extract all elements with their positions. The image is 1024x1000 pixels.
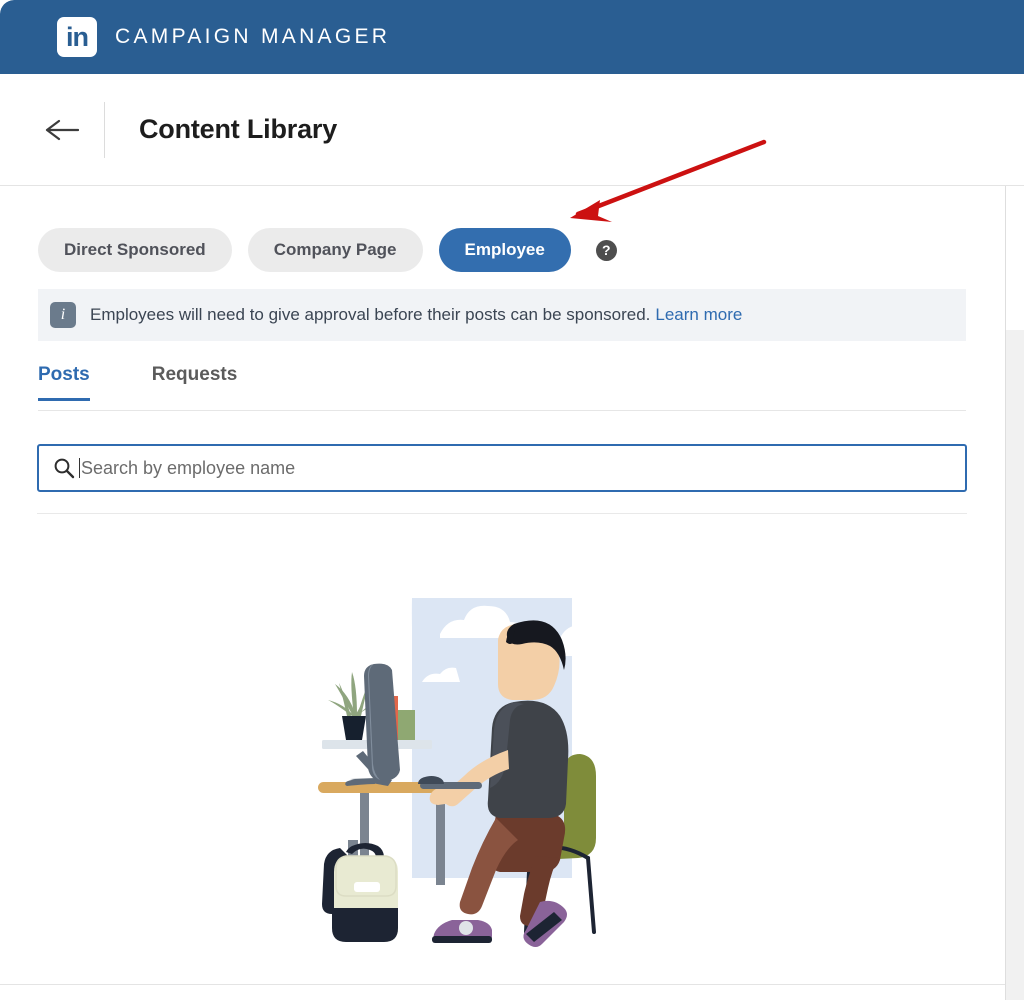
empty-state-illustration — [300, 590, 700, 980]
content-area: Direct Sponsored Company Page Employee ?… — [0, 186, 1005, 1000]
help-glyph: ? — [602, 242, 611, 258]
pill-direct-sponsored[interactable]: Direct Sponsored — [38, 228, 232, 272]
tab-label: Posts — [38, 364, 90, 385]
brand-title: CAMPAIGN MANAGER — [115, 25, 391, 48]
header-divider — [104, 101, 105, 158]
question-mark-icon[interactable]: ? — [595, 239, 617, 261]
pill-label: Employee — [464, 240, 545, 259]
page-header: Content Library — [0, 74, 1024, 186]
pill-employee[interactable]: Employee — [438, 228, 571, 272]
tab-requests[interactable]: Requests — [152, 358, 238, 400]
back-button[interactable] — [40, 108, 84, 152]
bottom-divider — [0, 984, 1005, 985]
search-input[interactable] — [80, 457, 965, 479]
tab-label: Requests — [151, 364, 238, 385]
campaign-manager-window: in CAMPAIGN MANAGER Content Library Dire… — [0, 0, 1024, 1000]
pill-label: Direct Sponsored — [64, 240, 206, 259]
info-glyph: i — [60, 306, 66, 323]
learn-more-link[interactable]: Learn more — [655, 305, 742, 325]
vertical-scrollbar[interactable] — [1006, 330, 1024, 1000]
search-icon — [53, 457, 75, 479]
tab-posts[interactable]: Posts — [38, 358, 90, 401]
content-type-filter-group: Direct Sponsored Company Page Employee ? — [38, 228, 617, 272]
page-title: Content Library — [139, 114, 338, 144]
pill-label: Company Page — [273, 240, 397, 259]
info-banner-text: Employees will need to give approval bef… — [90, 305, 651, 324]
arrow-left-icon — [45, 118, 79, 142]
search-field-container[interactable] — [37, 444, 967, 492]
search-divider — [37, 513, 967, 514]
linkedin-logo-icon[interactable]: in — [57, 17, 97, 57]
info-icon: i — [50, 302, 76, 328]
pill-company-page[interactable]: Company Page — [247, 228, 423, 272]
top-navigation-bar: in CAMPAIGN MANAGER — [0, 0, 1024, 74]
info-banner: i Employees will need to give approval b… — [38, 289, 966, 341]
illustration-svg — [318, 598, 604, 947]
content-tabs: Posts Requests — [38, 358, 966, 411]
linkedin-logo-text: in — [66, 22, 89, 52]
